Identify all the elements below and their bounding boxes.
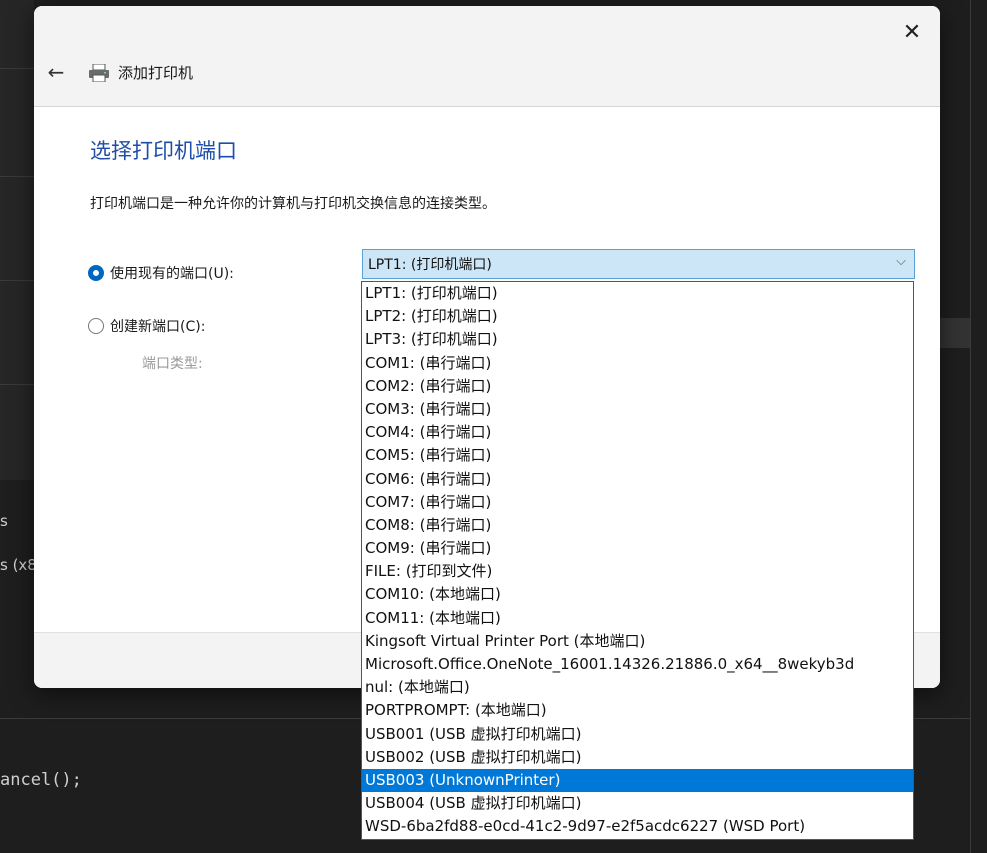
back-arrow-icon: ← [47, 60, 65, 84]
create-new-port-radio[interactable] [88, 318, 104, 334]
existing-port-select-value: LPT1: (打印机端口) [368, 257, 492, 273]
port-option[interactable]: COM1: (串行端口) [362, 352, 913, 375]
port-option[interactable]: COM3: (串行端口) [362, 398, 913, 421]
bg-panel [940, 318, 970, 348]
close-icon: ✕ [902, 19, 922, 45]
port-option[interactable]: COM2: (串行端口) [362, 375, 913, 398]
use-existing-port-label: 使用现有的端口(U): [110, 266, 234, 282]
close-button[interactable]: ✕ [892, 14, 932, 50]
port-option[interactable]: LPT3: (打印机端口) [362, 328, 913, 351]
chevron-down-icon: ⌵ [896, 254, 906, 269]
port-option[interactable]: COM5: (串行端口) [362, 444, 913, 467]
create-new-port-label: 创建新端口(C): [110, 319, 206, 335]
page-description: 打印机端口是一种允许你的计算机与打印机交换信息的连接类型。 [90, 196, 496, 212]
port-option[interactable]: USB002 (USB 虚拟打印机端口) [362, 746, 913, 769]
title-bar: ✕ ← 添加打印机 [34, 6, 940, 107]
port-option[interactable]: COM9: (串行端口) [362, 537, 913, 560]
bg-editor-panel [0, 0, 34, 480]
port-option[interactable]: nul: (本地端口) [362, 676, 913, 699]
bg-divider [0, 280, 34, 281]
port-option[interactable]: PORTPROMPT: (本地端口) [362, 699, 913, 722]
port-option[interactable]: WSD-6ba2fd88-e0cd-41c2-9d97-e2f5acdc6227… [362, 815, 913, 838]
port-option[interactable]: LPT2: (打印机端口) [362, 305, 913, 328]
back-button[interactable]: ← [42, 58, 70, 86]
bg-divider [0, 176, 34, 177]
port-type-label: 端口类型: [142, 356, 203, 372]
create-new-port-option[interactable]: 创建新端口(C): [88, 316, 205, 336]
port-option[interactable]: COM10: (本地端口) [362, 583, 913, 606]
port-option[interactable]: COM4: (串行端口) [362, 421, 913, 444]
bg-scroll-border [970, 0, 971, 853]
bg-code-line: ancel(); [0, 770, 82, 790]
port-option[interactable]: USB003 (UnknownPrinter) [362, 768, 913, 793]
port-option[interactable]: LPT1: (打印机端口) [362, 282, 913, 305]
bg-divider [0, 68, 34, 69]
port-option[interactable]: Microsoft.Office.OneNote_16001.14326.218… [362, 653, 913, 676]
printer-icon [89, 64, 109, 82]
port-option[interactable]: COM7: (串行端口) [362, 491, 913, 514]
bg-side-text: s [0, 512, 8, 530]
port-option[interactable]: FILE: (打印到文件) [362, 560, 913, 583]
bg-divider [0, 384, 34, 385]
use-existing-port-radio[interactable] [88, 265, 104, 281]
port-option[interactable]: Kingsoft Virtual Printer Port (本地端口) [362, 630, 913, 653]
port-option[interactable]: COM11: (本地端口) [362, 607, 913, 630]
use-existing-port-option[interactable]: 使用现有的端口(U): [88, 263, 234, 283]
port-option[interactable]: USB001 (USB 虚拟打印机端口) [362, 723, 913, 746]
port-dropdown-list[interactable]: LPT1: (打印机端口) LPT2: (打印机端口) LPT3: (打印机端口) C… [361, 281, 914, 840]
port-option[interactable]: USB004 (USB 虚拟打印机端口) [362, 792, 913, 815]
bg-side-text: s (x8 [0, 556, 37, 574]
port-option[interactable]: COM6: (串行端口) [362, 468, 913, 491]
window-title: 添加打印机 [118, 64, 194, 82]
existing-port-select[interactable]: LPT1: (打印机端口) ⌵ [362, 249, 915, 279]
page-title: 选择打印机端口 [90, 139, 237, 163]
port-option[interactable]: COM8: (串行端口) [362, 514, 913, 537]
